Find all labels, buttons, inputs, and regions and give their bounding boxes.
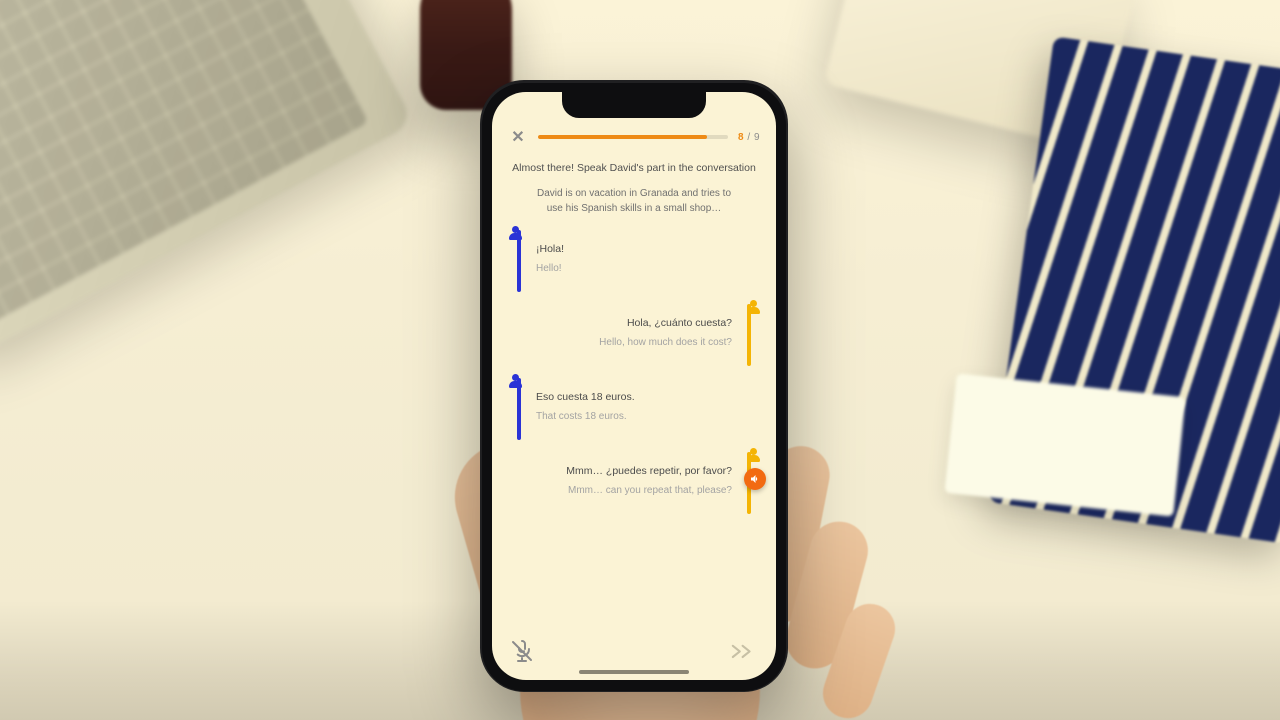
phone-frame: ✕ 8 / 9 Almost there! Speak David's part… [480, 80, 788, 692]
message-translation: Hello, how much does it cost? [532, 337, 732, 348]
message-row: Mmm… ¿puedes repetir, por favor? Mmm… ca… [508, 452, 760, 508]
lesson-instruction: Almost there! Speak David's part in the … [508, 162, 760, 174]
speaker-bar [517, 378, 521, 440]
message-bubble[interactable]: Mmm… ¿puedes repetir, por favor? Mmm… ca… [530, 452, 734, 508]
message-gutter [508, 378, 526, 434]
message-row: ¡Hola! Hello! [508, 230, 760, 286]
progress-separator: / [744, 132, 754, 143]
message-bubble[interactable]: Eso cuesta 18 euros. That costs 18 euros… [534, 378, 720, 434]
message-translation: Mmm… can you repeat that, please? [532, 485, 732, 496]
laptop-prop [0, 0, 414, 367]
message-bubble[interactable]: ¡Hola! Hello! [534, 230, 720, 286]
message-native: Hola, ¿cuánto cuesta? [532, 317, 732, 329]
progress-bar-fill [538, 135, 707, 139]
message-translation: That costs 18 euros. [536, 411, 718, 422]
lesson-topbar: ✕ 8 / 9 [508, 126, 760, 148]
home-indicator[interactable] [579, 670, 689, 674]
message-gutter [508, 230, 526, 286]
double-chevron-right-icon [730, 643, 758, 660]
close-button[interactable]: ✕ [508, 127, 528, 147]
speaker-bar [517, 230, 521, 292]
message-native: Eso cuesta 18 euros. [536, 391, 718, 403]
message-row: Eso cuesta 18 euros. That costs 18 euros… [508, 378, 760, 434]
desk-scene: ✕ 8 / 9 Almost there! Speak David's part… [0, 0, 1280, 720]
progress-counter: 8 / 9 [738, 132, 760, 143]
message-row: Hola, ¿cuánto cuesta? Hello, how much do… [508, 304, 760, 360]
phone-screen: ✕ 8 / 9 Almost there! Speak David's part… [492, 92, 776, 680]
message-bubble[interactable]: Hola, ¿cuánto cuesta? Hello, how much do… [530, 304, 734, 360]
progress-total: 9 [754, 132, 760, 143]
lesson-app: ✕ 8 / 9 Almost there! Speak David's part… [492, 92, 776, 680]
lesson-context: David is on vacation in Granada and trie… [529, 186, 739, 216]
phone-notch [562, 92, 706, 118]
close-icon: ✕ [511, 127, 524, 147]
speaker-bar [747, 304, 751, 366]
conversation-thread: ¡Hola! Hello! Hola, ¿cuánto cuesta? Hell… [508, 230, 760, 508]
next-button[interactable] [730, 641, 758, 661]
message-gutter [742, 304, 760, 360]
progress-bar [538, 135, 728, 139]
message-translation: Hello! [536, 263, 718, 274]
play-audio-button[interactable] [744, 468, 766, 490]
message-native: Mmm… ¿puedes repetir, por favor? [532, 465, 732, 477]
mic-off-icon [510, 639, 534, 663]
mic-toggle-button[interactable] [510, 639, 534, 663]
message-native: ¡Hola! [536, 243, 718, 255]
notepad-prop [944, 373, 1185, 516]
speaker-icon [749, 473, 761, 485]
